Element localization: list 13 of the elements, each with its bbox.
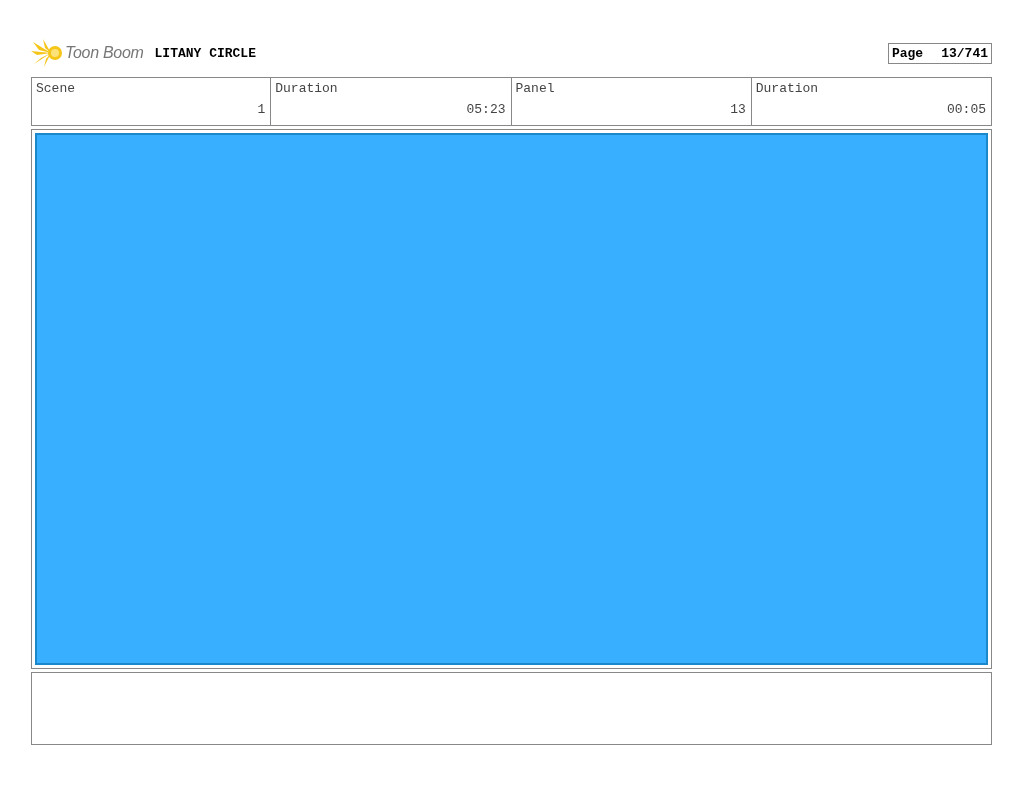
column-header: Duration xyxy=(755,81,820,96)
cell-value: 13 xyxy=(730,102,746,117)
column-header: Scene xyxy=(36,81,76,96)
project-title: LITANY CIRCLE xyxy=(154,45,257,61)
page-label: Page xyxy=(891,45,924,61)
logo-text: Toon Boom xyxy=(65,44,144,62)
page-number: 13/741 xyxy=(941,45,988,61)
cell-value: 00:05 xyxy=(947,102,986,117)
column-header: Duration xyxy=(275,81,339,96)
column-header: Panel xyxy=(515,81,556,96)
starburst-icon xyxy=(31,38,65,68)
cell-value: 05:23 xyxy=(466,102,506,117)
cell-value: 1 xyxy=(257,102,266,117)
